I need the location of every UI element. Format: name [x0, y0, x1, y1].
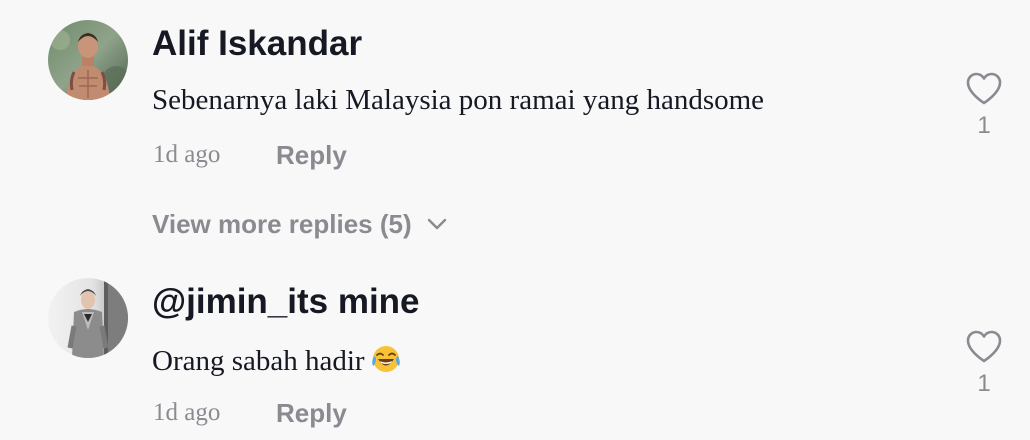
chevron-down-icon [427, 218, 446, 230]
avatar-image [48, 278, 128, 358]
avatar[interactable] [48, 278, 128, 358]
reply-button[interactable]: Reply [276, 400, 347, 426]
comments-panel: Alif Iskandar Sebenarnya laki Malaysia p… [0, 0, 1030, 440]
comment-text: Sebenarnya laki Malaysia pon ramai yang … [152, 84, 765, 116]
comment-item: Alif Iskandar Sebenarnya laki Malaysia p… [0, 0, 1030, 200]
like-button[interactable] [964, 327, 1004, 367]
comment-timestamp: 1d ago [153, 141, 221, 168]
like-button[interactable] [964, 69, 1004, 109]
heart-icon [966, 72, 1002, 105]
comment-item: @jimin_its mine Orang sabah hadir 1d ago… [0, 258, 1030, 440]
avatar-image [48, 20, 128, 100]
comment-timestamp: 1d ago [153, 399, 221, 426]
face-with-tears-of-joy-emoji [371, 344, 401, 380]
view-more-replies-button[interactable]: View more replies (5) [152, 211, 448, 237]
view-more-replies-label: View more replies (5) [152, 209, 412, 239]
comment-username[interactable]: @jimin_its mine [152, 284, 420, 319]
comment-text: Orang sabah hadir [152, 344, 401, 380]
comment-username[interactable]: Alif Iskandar [152, 26, 362, 61]
avatar[interactable] [48, 20, 128, 100]
comment-text-content: Orang sabah hadir [152, 345, 365, 377]
heart-icon [966, 330, 1002, 363]
reply-button[interactable]: Reply [276, 142, 347, 168]
like-count: 1 [977, 370, 991, 397]
like-count: 1 [977, 112, 991, 139]
